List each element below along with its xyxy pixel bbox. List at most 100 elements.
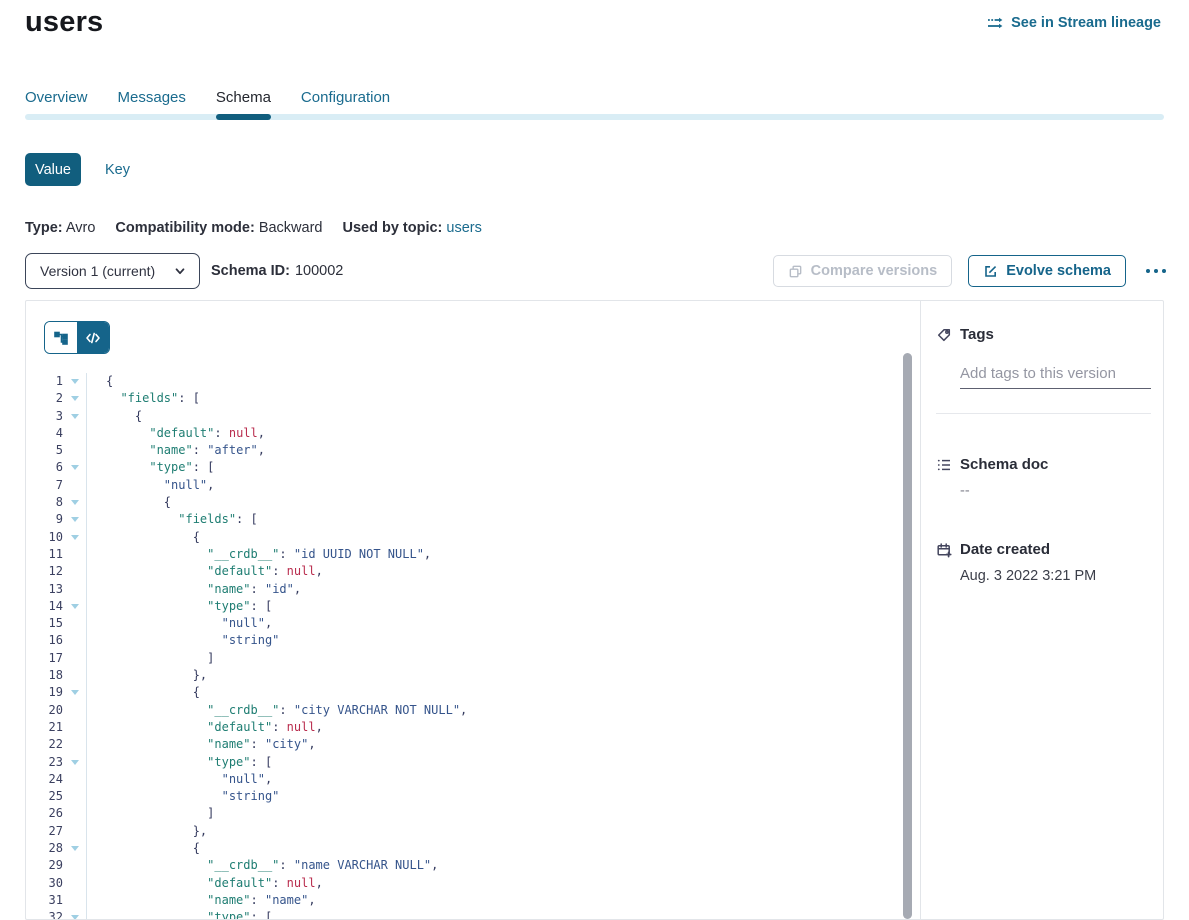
code-text: "null", [106,771,272,788]
schema-meta-row: Type: Avro Compatibility mode: Backward … [25,220,502,236]
fold-toggle-icon[interactable] [71,846,79,851]
line-number: 19 [26,684,63,701]
line-number: 10 [26,529,63,546]
code-line: 23 "type": [ [26,754,918,771]
code-line: 1{ [26,373,918,390]
fold-toggle-icon[interactable] [71,760,79,765]
see-in-stream-lineage-link[interactable]: See in Stream lineage [987,15,1161,31]
chevron-down-icon [173,264,187,278]
line-number: 25 [26,788,63,805]
key-tab-button[interactable]: Key [105,162,130,178]
code-text: "type": [ [106,598,272,615]
date-created-heading: Date created [936,541,1149,558]
ellipsis-icon [1144,267,1168,275]
tree-view-toggle[interactable] [45,322,77,353]
evolve-schema-button[interactable]: Evolve schema [968,255,1126,287]
calendar-plus-icon [936,542,952,558]
line-number: 31 [26,892,63,909]
gutter-fold-cell [63,390,87,407]
code-line: 5 "name": "after", [26,442,918,459]
fold-toggle-icon[interactable] [71,396,79,401]
add-tags-input[interactable] [960,363,1151,389]
fold-toggle-icon[interactable] [71,604,79,609]
fold-toggle-icon[interactable] [71,535,79,540]
editor-vertical-scrollbar[interactable] [903,353,912,919]
line-number: 22 [26,736,63,753]
tab-configuration[interactable]: Configuration [301,89,390,112]
date-created-title: Date created [960,541,1050,558]
more-options-button[interactable] [1142,267,1170,275]
gutter-fold-cell [63,667,87,684]
code-text: }, [106,823,207,840]
tags-title: Tags [960,326,994,343]
code-text: "name": "id", [106,581,301,598]
code-text: "string" [106,632,279,649]
code-text: "__crdb__": "city VARCHAR NOT NULL", [106,702,467,719]
code-line: 11 "__crdb__": "id UUID NOT NULL", [26,546,918,563]
line-number: 12 [26,563,63,580]
gutter-fold-cell [63,771,87,788]
schema-doc-heading: Schema doc [936,456,1149,473]
page-title: users [25,6,103,39]
code-line: 30 "default": null, [26,875,918,892]
value-tab-button[interactable]: Value [25,153,81,186]
lineage-link-label: See in Stream lineage [1011,15,1161,31]
code-line: 24 "null", [26,771,918,788]
gutter-fold-cell [63,425,87,442]
active-tab-underline [216,114,271,120]
fold-toggle-icon[interactable] [71,414,79,419]
fold-toggle-icon[interactable] [71,379,79,384]
line-number: 21 [26,719,63,736]
line-number: 2 [26,390,63,407]
gutter-fold-cell [63,650,87,667]
code-text: "default": null, [106,563,323,580]
line-number: 3 [26,408,63,425]
tab-overview[interactable]: Overview [25,89,88,112]
code-text: { [106,684,200,701]
code-view-icon [85,330,101,346]
compare-versions-button[interactable]: Compare versions [773,255,953,287]
line-number: 4 [26,425,63,442]
tab-schema[interactable]: Schema [216,89,271,112]
line-number: 30 [26,875,63,892]
code-line: 13 "name": "id", [26,581,918,598]
code-line: 12 "default": null, [26,563,918,580]
gutter-fold-cell [63,494,87,511]
gutter-fold-cell [63,477,87,494]
gutter-fold-cell [63,788,87,805]
code-line: 25 "string" [26,788,918,805]
schema-code-editor[interactable]: 1{2 "fields": [3 {4 "default": null,5 "n… [26,373,918,919]
fold-toggle-icon[interactable] [71,465,79,470]
fold-toggle-icon[interactable] [71,690,79,695]
stream-lineage-icon [987,15,1004,31]
topic-link[interactable]: users [446,220,481,236]
bulleted-list-icon [936,457,952,473]
code-line: 29 "__crdb__": "name VARCHAR NULL", [26,857,918,874]
code-text: "default": null, [106,875,323,892]
tab-underline-track [25,114,1164,120]
code-line: 26 ] [26,805,918,822]
tab-bar: Overview Messages Schema Configuration [25,89,390,112]
fold-toggle-icon[interactable] [71,500,79,505]
compatibility-mode: Compatibility mode: Backward [115,220,322,236]
code-line: 14 "type": [ [26,598,918,615]
topic-label: Used by topic: [342,220,442,236]
code-line: 16 "string" [26,632,918,649]
gutter-fold-cell [63,563,87,580]
code-text: "string" [106,788,279,805]
code-line: 31 "name": "name", [26,892,918,909]
fold-toggle-icon[interactable] [71,517,79,522]
gutter-fold-cell [63,857,87,874]
code-view-toggle[interactable] [77,322,109,353]
date-created-value: Aug. 3 2022 3:21 PM [960,568,1149,584]
compatibility-value: Backward [259,220,323,236]
tab-messages[interactable]: Messages [118,89,186,112]
line-number: 15 [26,615,63,632]
line-number: 16 [26,632,63,649]
compatibility-label: Compatibility mode: [115,220,254,236]
line-number: 6 [26,459,63,476]
version-select[interactable]: Version 1 (current) [25,253,200,289]
code-text: "__crdb__": "name VARCHAR NULL", [106,857,438,874]
gutter-fold-cell [63,615,87,632]
code-line: 8 { [26,494,918,511]
